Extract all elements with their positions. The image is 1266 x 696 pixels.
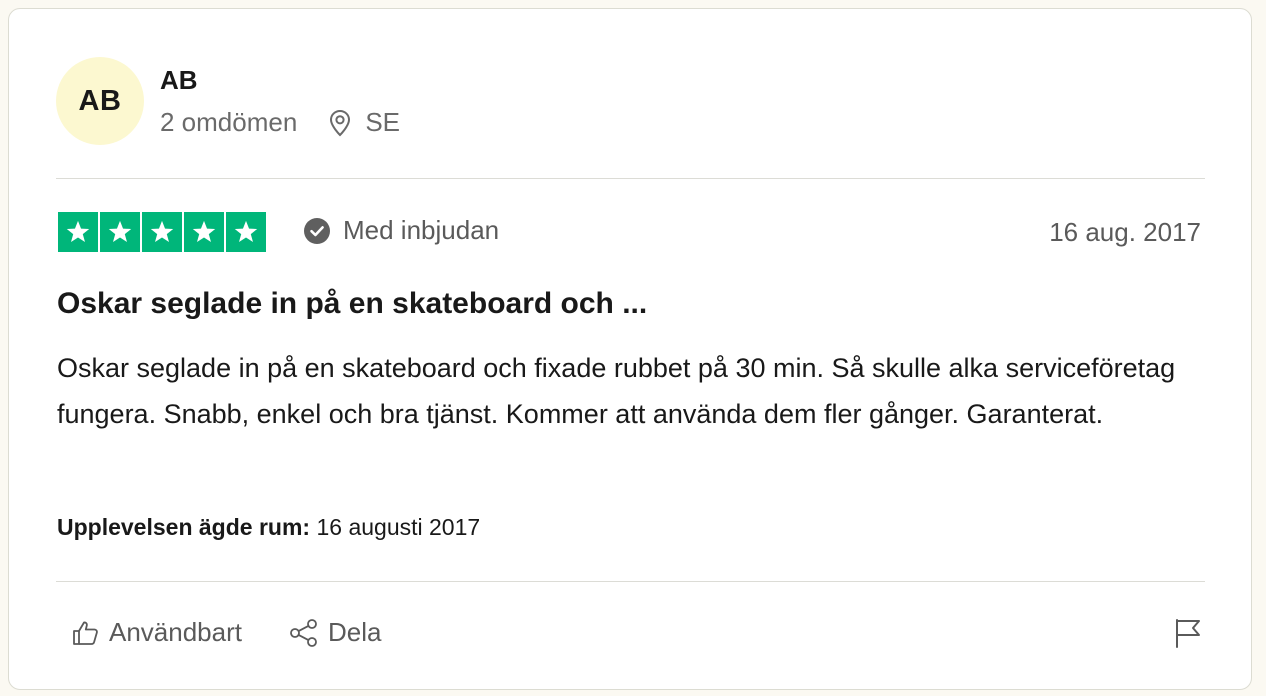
share-label: Dela bbox=[327, 617, 382, 647]
location-pin-icon bbox=[330, 109, 351, 136]
star-icon bbox=[192, 220, 216, 243]
star-icon bbox=[234, 220, 258, 243]
verified-badge[interactable]: Med inbjudan bbox=[303, 215, 499, 246]
star-2 bbox=[100, 212, 140, 252]
avatar[interactable]: AB bbox=[56, 57, 144, 145]
star-3 bbox=[142, 212, 182, 252]
avatar-initials: AB bbox=[78, 84, 122, 117]
review-actions: Användbart Dela bbox=[71, 617, 381, 648]
star-icon bbox=[66, 220, 90, 243]
experience-date: Upplevelsen ägde rum: 16 augusti 2017 bbox=[57, 514, 480, 541]
star-icon bbox=[108, 220, 132, 243]
review-card: AB AB 2 omdömen SE Med inbjudan 16 aug. … bbox=[8, 8, 1252, 690]
check-circle-icon bbox=[304, 217, 330, 244]
star-rating bbox=[58, 212, 266, 252]
useful-button[interactable]: Användbart bbox=[71, 617, 242, 648]
experience-value: 16 augusti 2017 bbox=[316, 514, 481, 540]
reviewer-name[interactable]: AB bbox=[160, 65, 198, 96]
reviewer-meta: 2 omdömen SE bbox=[160, 107, 400, 138]
experience-label: Upplevelsen ägde rum: bbox=[57, 514, 311, 540]
review-body: Oskar seglade in på en skateboard och fi… bbox=[57, 353, 1176, 429]
review-count: 2 omdömen bbox=[160, 107, 298, 137]
location-code: SE bbox=[365, 107, 400, 137]
flag-icon bbox=[1176, 619, 1200, 648]
star-icon bbox=[150, 220, 174, 243]
divider-top bbox=[56, 178, 1205, 179]
share-button[interactable]: Dela bbox=[288, 617, 381, 648]
reviewer-location: SE bbox=[329, 107, 400, 138]
star-1 bbox=[58, 212, 98, 252]
star-4 bbox=[184, 212, 224, 252]
star-5 bbox=[226, 212, 266, 252]
report-button[interactable] bbox=[1173, 617, 1203, 654]
verified-label: Med inbjudan bbox=[343, 215, 500, 245]
useful-label: Användbart bbox=[109, 617, 242, 647]
review-date: 16 aug. 2017 bbox=[1049, 217, 1201, 247]
share-icon bbox=[290, 618, 317, 647]
review-title[interactable]: Oskar seglade in på en skateboard och ..… bbox=[57, 287, 647, 321]
divider-bottom bbox=[56, 581, 1205, 582]
thumbs-up-icon bbox=[73, 621, 98, 645]
